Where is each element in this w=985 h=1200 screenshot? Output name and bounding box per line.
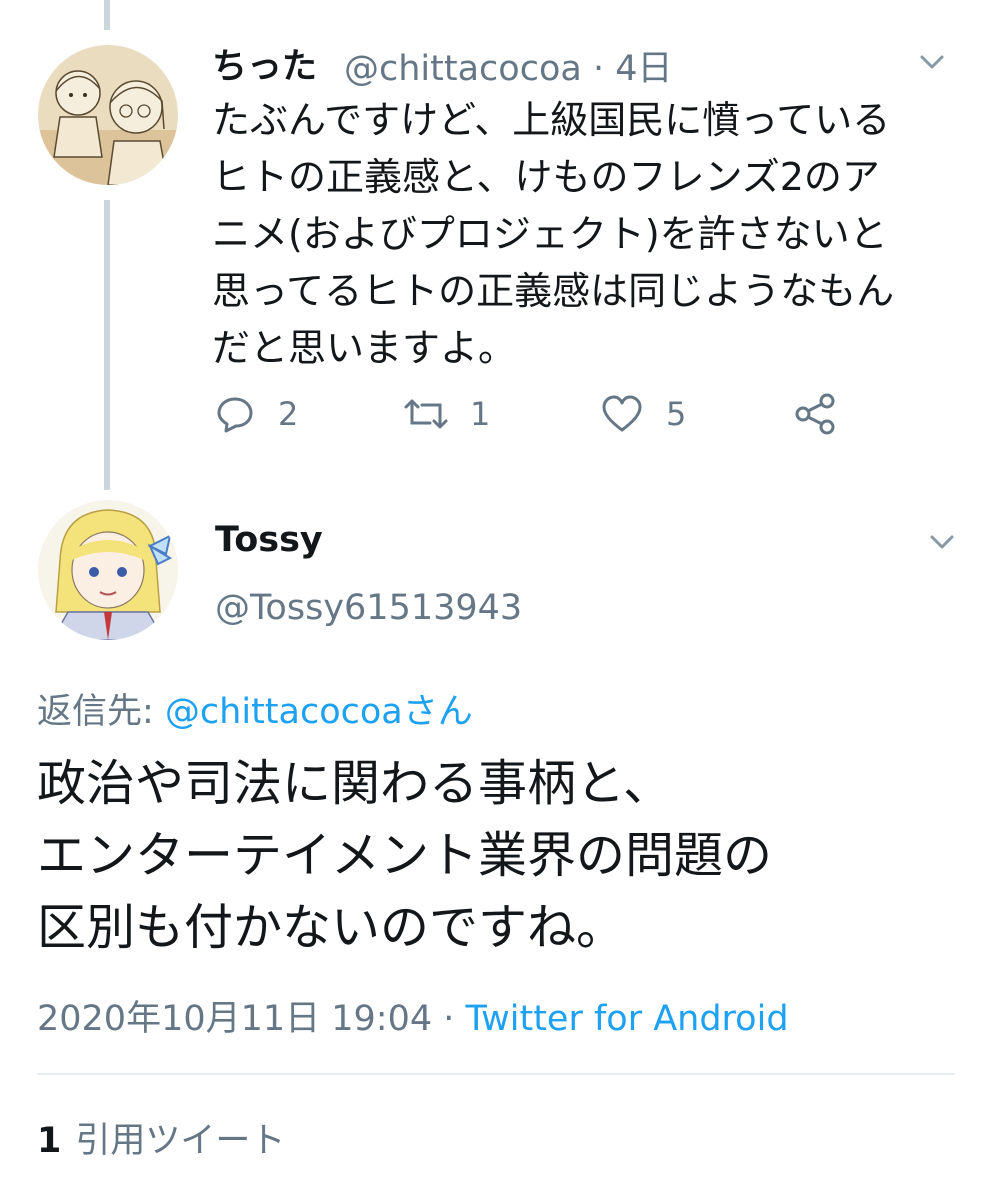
retweet-count: 1 [470, 395, 491, 433]
reply-to-link[interactable]: @chittacocoaさん [165, 692, 473, 732]
quote-tweets-link[interactable]: 1 引用ツイート [37, 1112, 285, 1163]
dot-separator: · [592, 49, 605, 89]
quote-label: 引用ツイート [75, 1121, 286, 1161]
handle-text[interactable]: @chittacocoa [344, 49, 582, 89]
thread-line-top [104, 0, 110, 30]
tweet-timestamp[interactable]: 2020年10月11日 19:04 [37, 999, 432, 1039]
like-count: 5 [666, 395, 687, 433]
reply-to: 返信先: @chittacocoaさん [37, 683, 473, 734]
tweet-text: 政治や司法に関わる事柄と、 エンターテイメント業界の問題の 区別も付かないのです… [37, 755, 773, 956]
author-name[interactable]: Tossy [215, 520, 323, 560]
reply-icon [217, 397, 253, 433]
reply-count: 2 [278, 395, 299, 433]
author-handle[interactable]: @Tossy61513943 [215, 588, 522, 628]
reply-to-prefix: 返信先: [37, 692, 165, 732]
share-button[interactable] [792, 390, 838, 438]
author-name[interactable]: ちった [212, 38, 317, 89]
retweet-button[interactable]: 1 [402, 390, 490, 438]
like-icon [602, 395, 642, 432]
tweet-text: たぶんですけど、上級国民に憤っている ヒトの正義感と、けものフレンズ2のア ニメ… [212, 98, 895, 370]
quote-count: 1 [37, 1121, 62, 1161]
chevron-down-icon[interactable] [912, 42, 952, 82]
chevron-down-icon[interactable] [922, 522, 962, 562]
dot-separator: · [432, 999, 466, 1039]
tweet-time[interactable]: 4日 [615, 49, 672, 89]
client-link[interactable]: Twitter for Android [466, 999, 789, 1039]
avatar[interactable] [38, 500, 178, 640]
author-handle[interactable]: @chittacocoa · 4日 [344, 40, 673, 91]
tweet-meta: 2020年10月11日 19:04 · Twitter for Android [37, 990, 789, 1041]
share-icon [795, 393, 835, 435]
avatar[interactable] [38, 45, 178, 185]
reply-button[interactable]: 2 [214, 390, 298, 438]
divider [37, 1073, 955, 1075]
like-button[interactable]: 5 [600, 390, 686, 438]
retweet-icon [404, 399, 448, 429]
thread-line [104, 200, 110, 490]
